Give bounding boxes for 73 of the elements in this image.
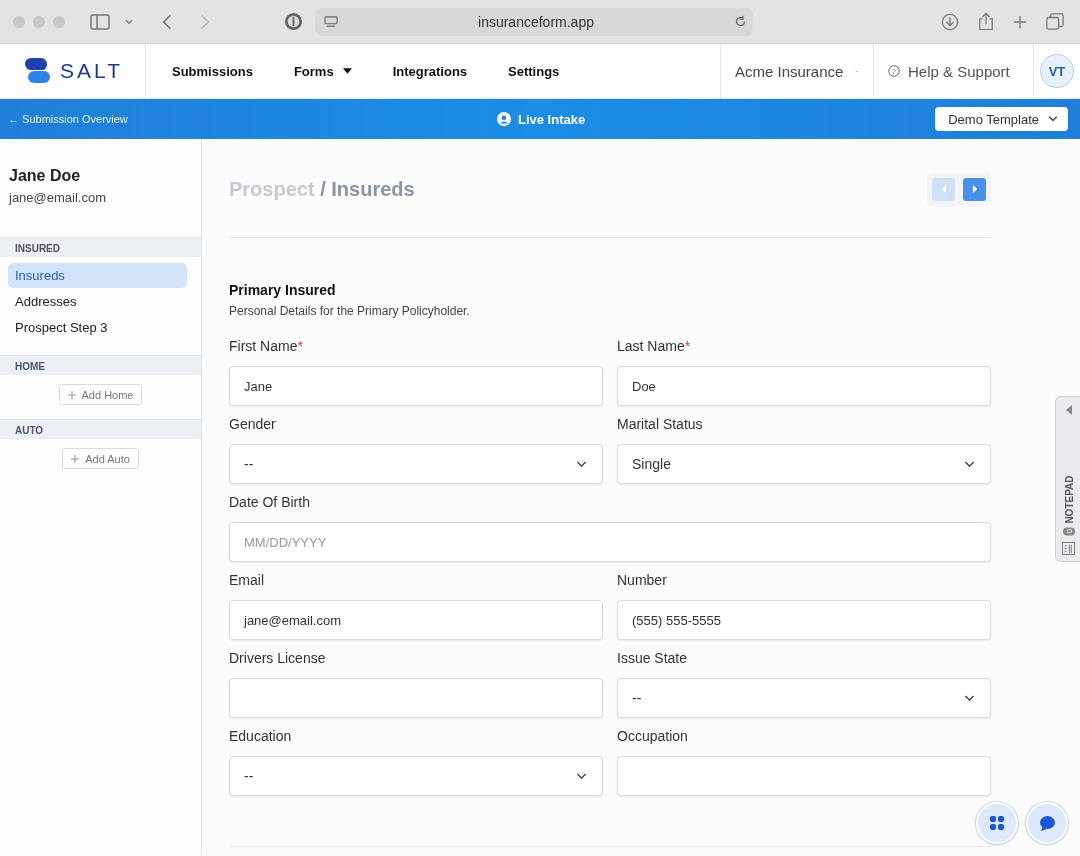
input-field[interactable] [229,678,603,718]
field-label: Marital Status [617,416,703,434]
url-text: insuranceform.app [477,13,595,30]
input-field[interactable]: jane@email.com [229,600,603,640]
page-title: / Insureds [319,177,415,200]
field-label: First Name* [229,338,303,356]
nav-link[interactable]: Settings [508,63,560,79]
field-label: Occupation [617,728,688,746]
back-icon[interactable] [162,13,172,30]
password-manager-icon[interactable] [284,12,303,31]
notepad-tab[interactable]: 0 NOTEPAD [1055,396,1080,562]
nav-link[interactable]: Integrations [392,63,468,79]
insured-name: Jane Doe [9,167,82,185]
reload-icon[interactable] [734,15,747,28]
field-label: Drivers License [229,650,326,668]
notepad-label: NOTEPAD [1063,475,1074,524]
logo-icon [22,56,52,86]
sidebar-item[interactable]: Addresses [8,289,187,314]
section-subtitle: Personal Details for the Primary Policyholder. [229,304,471,318]
plus-icon[interactable] [1013,14,1027,29]
template-dropdown[interactable]: Demo Template [935,107,1068,131]
logo-text: SALT [60,59,123,83]
section-header: AUTO [0,419,201,439]
caret-icon [342,68,352,74]
grid-icon [990,816,1004,830]
plus-icon [71,454,80,463]
sidebar-item[interactable]: Prospect Step 3 [8,315,187,340]
download-icon[interactable] [941,12,959,31]
sidebar-item[interactable]: Insureds [8,263,187,288]
nav-link[interactable]: Forms [293,63,352,79]
field-label: Gender [229,416,276,434]
user-icon [497,112,511,126]
section-title: Primary Insured [229,282,337,298]
select-field[interactable]: -- [229,756,603,796]
select-field[interactable]: -- [617,678,991,718]
sidebar-icon[interactable] [90,13,110,30]
account-dropdown[interactable]: Acme Insurance [720,44,873,98]
input-field[interactable]: (555) 555-5555 [617,600,991,640]
plus-icon [67,390,76,399]
chat-icon [1039,815,1055,831]
address-bar[interactable]: insuranceform.app [315,7,753,36]
triangle-left-icon [1065,405,1072,415]
section-header: INSURED [0,237,201,257]
triangle-right-icon [971,184,978,194]
field-label: Last Name* [617,338,691,356]
next-button[interactable] [963,177,986,201]
banner-title: Live Intake [518,111,586,127]
input-field[interactable]: MM/DD/YYYY [229,522,991,562]
section-header: HOME [0,355,201,375]
count-badge: 0 [1062,527,1075,536]
notes-icon [1062,542,1075,555]
apps-button[interactable] [976,802,1018,844]
chat-button[interactable] [1026,802,1068,844]
back-link[interactable]: ← Submission Overview [8,113,128,125]
avatar[interactable]: VT [1040,54,1074,88]
field-label: Date Of Birth [229,494,310,512]
field-label: Issue State [617,650,688,668]
input-field[interactable]: Doe [617,366,991,406]
triangle-left-icon [940,184,947,194]
field-label: Number [617,572,667,590]
field-label: Email [229,572,264,590]
input-field[interactable] [617,756,991,796]
select-field[interactable]: -- [229,444,603,484]
nav-link[interactable]: Submissions [172,63,253,79]
field-label: Education [229,728,292,746]
select-field[interactable]: Single [617,444,991,484]
tabs-icon[interactable] [1046,12,1064,31]
insured-email: jane@email.com [9,190,107,205]
add-button[interactable]: Add Auto [62,448,139,469]
input-field[interactable]: Jane [229,366,603,406]
page-icon [324,15,338,28]
share-icon[interactable] [978,12,994,31]
add-button[interactable]: Add Home [58,384,143,405]
